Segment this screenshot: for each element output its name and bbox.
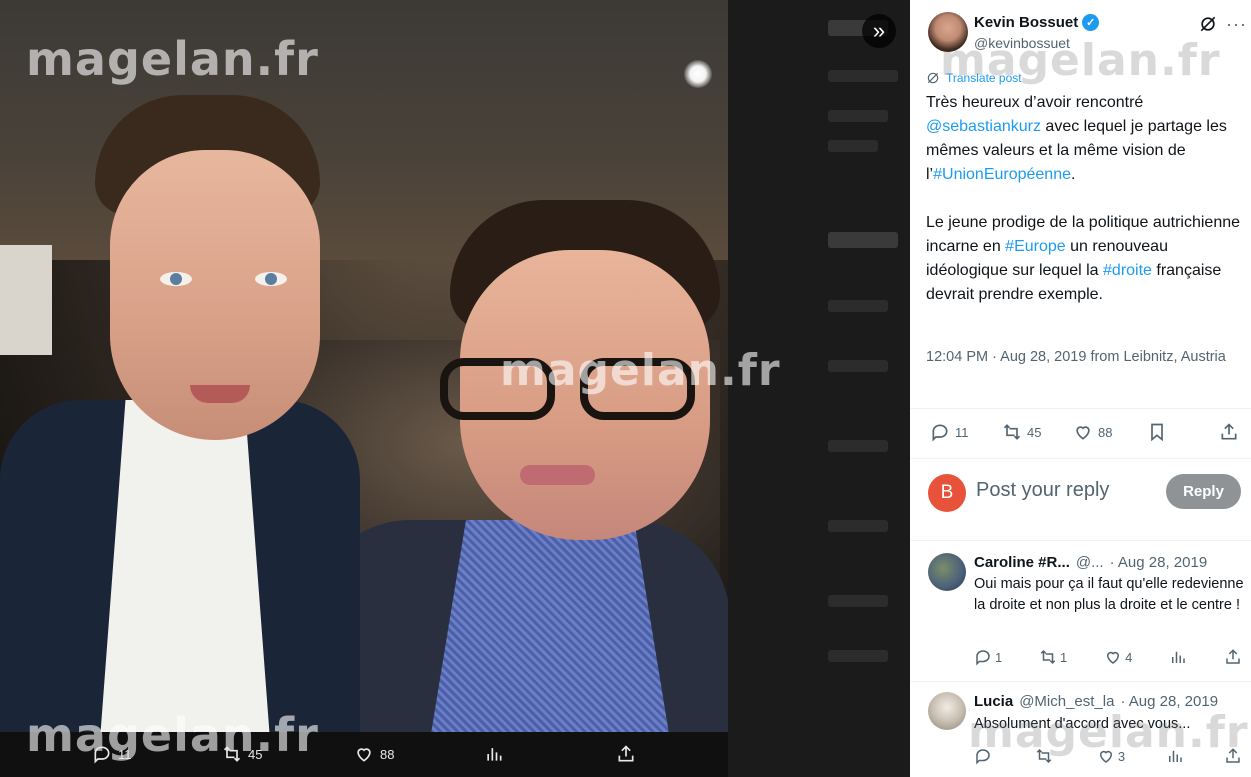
tweet-text: Très heureux d’avoir rencontré @sebastia… — [926, 91, 1242, 331]
heart-icon — [1099, 750, 1112, 763]
divider — [910, 458, 1251, 459]
collapse-panel-button[interactable]: » — [862, 14, 896, 48]
grok-icon[interactable] — [1198, 14, 1218, 34]
current-user-avatar[interactable]: B — [928, 474, 966, 512]
avatar[interactable] — [928, 692, 966, 730]
background-timeline — [728, 0, 910, 777]
media-retweet-count: 45 — [248, 746, 263, 762]
stage-light — [684, 60, 712, 88]
like-button[interactable]: 4 — [1104, 648, 1132, 666]
tweet-detail-panel: magelan.fr Kevin Bossuet ✓ @kevinbossuet… — [910, 0, 1251, 777]
glasses — [440, 358, 710, 428]
reply-author-handle[interactable]: @... — [1076, 554, 1104, 571]
divider — [910, 408, 1251, 409]
share-button[interactable] — [1224, 747, 1242, 765]
reply-button[interactable]: 1 — [974, 648, 1002, 666]
like-button[interactable]: 88 — [1073, 422, 1112, 442]
media-retweet-button[interactable]: 45 — [222, 744, 262, 764]
views-icon — [487, 748, 502, 761]
reply-date[interactable]: · Aug 28, 2019 — [1110, 554, 1208, 571]
views-icon — [1172, 651, 1185, 663]
double-chevron-right-icon: » — [872, 18, 886, 43]
reply-text: Absolument d'accord avec vous... — [974, 716, 1191, 732]
verified-badge-icon: ✓ — [1082, 14, 1100, 31]
like-button[interactable]: 3 — [1097, 747, 1125, 765]
author-avatar[interactable] — [928, 12, 968, 52]
like-count: 88 — [1098, 424, 1113, 440]
share-icon — [618, 745, 634, 762]
media-viewer: magelan.fr magelan.fr magelan.fr » 11 45… — [0, 0, 910, 777]
tweet-paragraph: Le jeune prodige de la politique autrich… — [926, 214, 1241, 303]
reply-author-name[interactable]: Caroline #R... — [974, 554, 1070, 571]
tweet-paragraph: Très heureux d’avoir rencontré @sebastia… — [926, 94, 1227, 183]
media-views-button[interactable] — [484, 744, 504, 764]
reply-author-name[interactable]: Lucia — [974, 693, 1013, 710]
reply-count: 11 — [955, 424, 969, 440]
reply-submit-button[interactable]: Reply — [1166, 474, 1241, 509]
reply-icon — [976, 749, 990, 765]
media-action-bar: 11 45 88 — [0, 732, 728, 777]
reply-icon — [932, 424, 948, 442]
tweet-timestamp[interactable]: 12:04 PM · Aug 28, 2019 from Leibnitz, A… — [926, 346, 1236, 369]
author-handle[interactable]: @kevinbossuet — [974, 35, 1070, 51]
share-button[interactable] — [1219, 422, 1239, 442]
retweet-button[interactable]: 1 — [1039, 648, 1067, 666]
more-options-icon[interactable]: ··· — [1226, 14, 1247, 35]
reply-header: Caroline #R... @... · Aug 28, 2019 — [974, 554, 1207, 571]
reply-item[interactable]: Lucia @Mich_est_la · Aug 28, 2019 Absolu… — [910, 682, 1251, 777]
heart-icon — [1076, 426, 1090, 440]
views-button[interactable] — [1169, 648, 1187, 666]
retweet-button[interactable] — [1035, 747, 1056, 765]
translate-label: Translate post — [946, 71, 1022, 85]
bookmark-icon — [1151, 423, 1163, 442]
reply-author-handle[interactable]: @Mich_est_la — [1019, 693, 1114, 710]
retweet-icon — [1037, 748, 1052, 764]
heart-icon — [1107, 651, 1120, 664]
share-icon — [1221, 423, 1237, 440]
media-reply-count: 11 — [118, 746, 132, 762]
translate-icon — [927, 72, 939, 84]
reply-icon — [94, 746, 110, 764]
reply-action-bar: 3 — [974, 747, 1242, 765]
bookmark-button[interactable] — [1147, 422, 1167, 442]
reply-input[interactable]: Post your reply — [976, 479, 1109, 502]
reply-header: Lucia @Mich_est_la · Aug 28, 2019 — [974, 693, 1218, 710]
retweet-icon — [1040, 649, 1056, 665]
reply-item[interactable]: Caroline #R... @... · Aug 28, 2019 Oui m… — [910, 541, 1251, 681]
media-reply-button[interactable]: 11 — [92, 744, 132, 764]
views-button[interactable] — [1166, 747, 1184, 765]
views-icon — [1168, 750, 1182, 762]
tweet-action-bar: 11 45 88 — [910, 410, 1251, 455]
reply-action-bar: 1 1 4 — [974, 648, 1242, 666]
reply-icon — [976, 650, 990, 666]
retweet-button[interactable]: 45 — [1002, 422, 1041, 442]
reply-button[interactable]: 11 — [930, 422, 969, 442]
reply-text: Oui mais pour ça il faut qu'elle redevie… — [974, 576, 1244, 613]
share-icon — [1226, 649, 1240, 664]
hashtag-link[interactable]: #droite — [1103, 262, 1152, 279]
translate-post-link[interactable]: Translate post — [926, 71, 1022, 85]
hashtag-link[interactable]: #Europe — [1005, 238, 1066, 255]
share-icon — [1226, 748, 1240, 763]
heart-icon — [357, 748, 371, 762]
retweet-icon — [223, 746, 241, 762]
tweet-photo[interactable] — [0, 0, 728, 732]
media-share-button[interactable] — [616, 744, 636, 764]
media-like-count: 88 — [380, 746, 395, 762]
avatar[interactable] — [928, 553, 966, 591]
media-like-button[interactable]: 88 — [354, 744, 394, 764]
reply-date[interactable]: · Aug 28, 2019 — [1120, 693, 1218, 710]
background-poster — [0, 245, 52, 355]
author-name-row[interactable]: Kevin Bossuet ✓ — [974, 14, 1100, 31]
mention-link[interactable]: @sebastiankurz — [926, 118, 1041, 135]
hashtag-link[interactable]: #UnionEuropéenne — [933, 166, 1071, 183]
retweet-count: 45 — [1027, 424, 1042, 440]
reply-button[interactable] — [974, 747, 995, 765]
share-button[interactable] — [1224, 648, 1242, 666]
author-name[interactable]: Kevin Bossuet — [974, 14, 1078, 31]
retweet-icon — [1003, 424, 1021, 440]
